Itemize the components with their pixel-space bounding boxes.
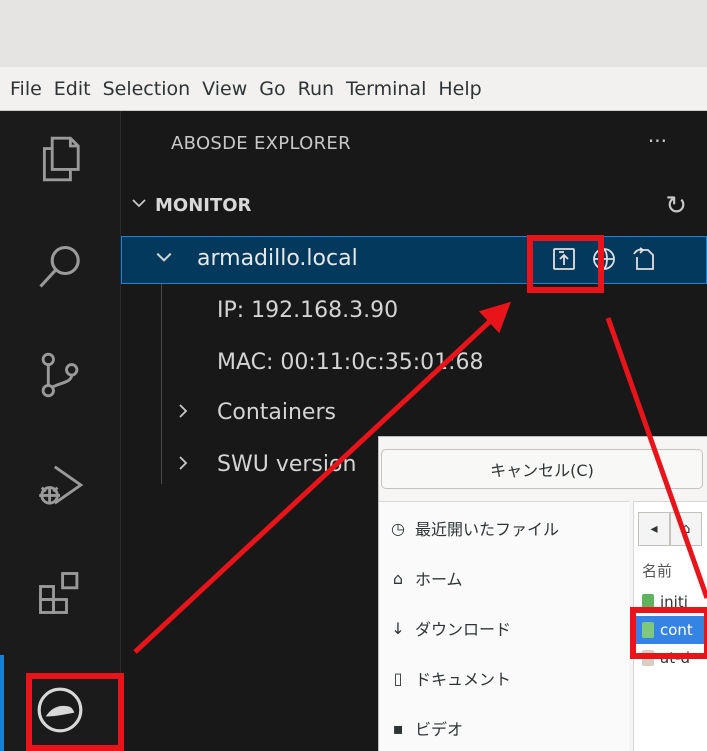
activity-bar	[0, 111, 121, 751]
refresh-icon[interactable]: ↻	[665, 191, 687, 221]
mac-address: MAC: 00:11:0c:35:01:68	[217, 350, 484, 375]
device-name: armadillo.local	[197, 246, 358, 271]
highlight-abos-icon	[26, 673, 124, 751]
place-documents[interactable]: ▯ ドキュメント	[389, 666, 511, 690]
ip-address: IP: 192.168.3.90	[217, 298, 399, 323]
back-button[interactable]: ◂	[638, 512, 670, 546]
explorer-icon[interactable]	[30, 129, 90, 189]
panel-title: ABOSDE EXPLORER	[171, 133, 351, 154]
place-downloads[interactable]: ↓ ダウンロード	[389, 616, 511, 640]
active-indicator	[0, 655, 4, 751]
home-icon: ⌂	[392, 568, 404, 588]
name-column-header[interactable]: 名前	[642, 560, 672, 581]
highlight-upload-button	[527, 235, 604, 293]
place-home[interactable]: ⌂ ホーム	[389, 566, 463, 590]
document-icon: ▯	[393, 668, 403, 688]
menu-edit[interactable]: Edit	[48, 78, 97, 100]
file-chooser-dialog: キャンセル(C) ◷ 最近開いたファイル ⌂ ホーム ↓ ダウンロード ▯ ドキュメント…	[378, 436, 707, 751]
menu-terminal[interactable]: Terminal	[340, 78, 432, 100]
containers-node[interactable]: Containers	[217, 400, 336, 425]
place-recent[interactable]: ◷ 最近開いたファイル	[389, 516, 559, 540]
menubar: File Edit Selection View Go Run Terminal…	[0, 67, 707, 111]
video-icon: ▪	[392, 718, 404, 738]
menu-file[interactable]: File	[4, 78, 48, 100]
path-bar: ◂ ⌂	[638, 512, 702, 546]
window-titlebar	[0, 0, 707, 67]
menu-view[interactable]: View	[196, 78, 253, 100]
section-label: MONITOR	[155, 195, 252, 216]
tree-indent-guide	[161, 284, 162, 484]
menu-selection[interactable]: Selection	[97, 78, 197, 100]
places-sidebar: ◷ 最近開いたファイル ⌂ ホーム ↓ ダウンロード ▯ ドキュメント ▪ ビデオ	[379, 501, 629, 751]
place-videos[interactable]: ▪ ビデオ	[389, 716, 463, 740]
run-debug-icon[interactable]	[30, 455, 90, 515]
menu-run[interactable]: Run	[292, 78, 340, 100]
monitor-section-header[interactable]: MONITOR	[131, 195, 251, 216]
download-icon: ↓	[391, 618, 405, 638]
more-actions-button[interactable]: ···	[648, 129, 667, 153]
chevron-right-icon[interactable]	[175, 453, 191, 478]
highlight-selected-file	[630, 607, 707, 659]
search-icon[interactable]	[30, 237, 90, 297]
menu-go[interactable]: Go	[253, 78, 291, 100]
extensions-icon[interactable]	[30, 563, 90, 623]
chevron-right-icon[interactable]	[175, 401, 191, 426]
chevron-down-icon[interactable]	[155, 247, 173, 272]
clock-icon: ◷	[391, 518, 405, 538]
chevron-down-icon	[131, 195, 147, 216]
source-control-icon[interactable]	[30, 345, 90, 405]
export-file-icon[interactable]	[629, 242, 659, 276]
cancel-button[interactable]: キャンセル(C)	[381, 449, 703, 489]
home-path-button[interactable]: ⌂	[670, 512, 702, 546]
swu-version-node[interactable]: SWU version	[217, 452, 356, 477]
menu-help[interactable]: Help	[432, 78, 487, 100]
